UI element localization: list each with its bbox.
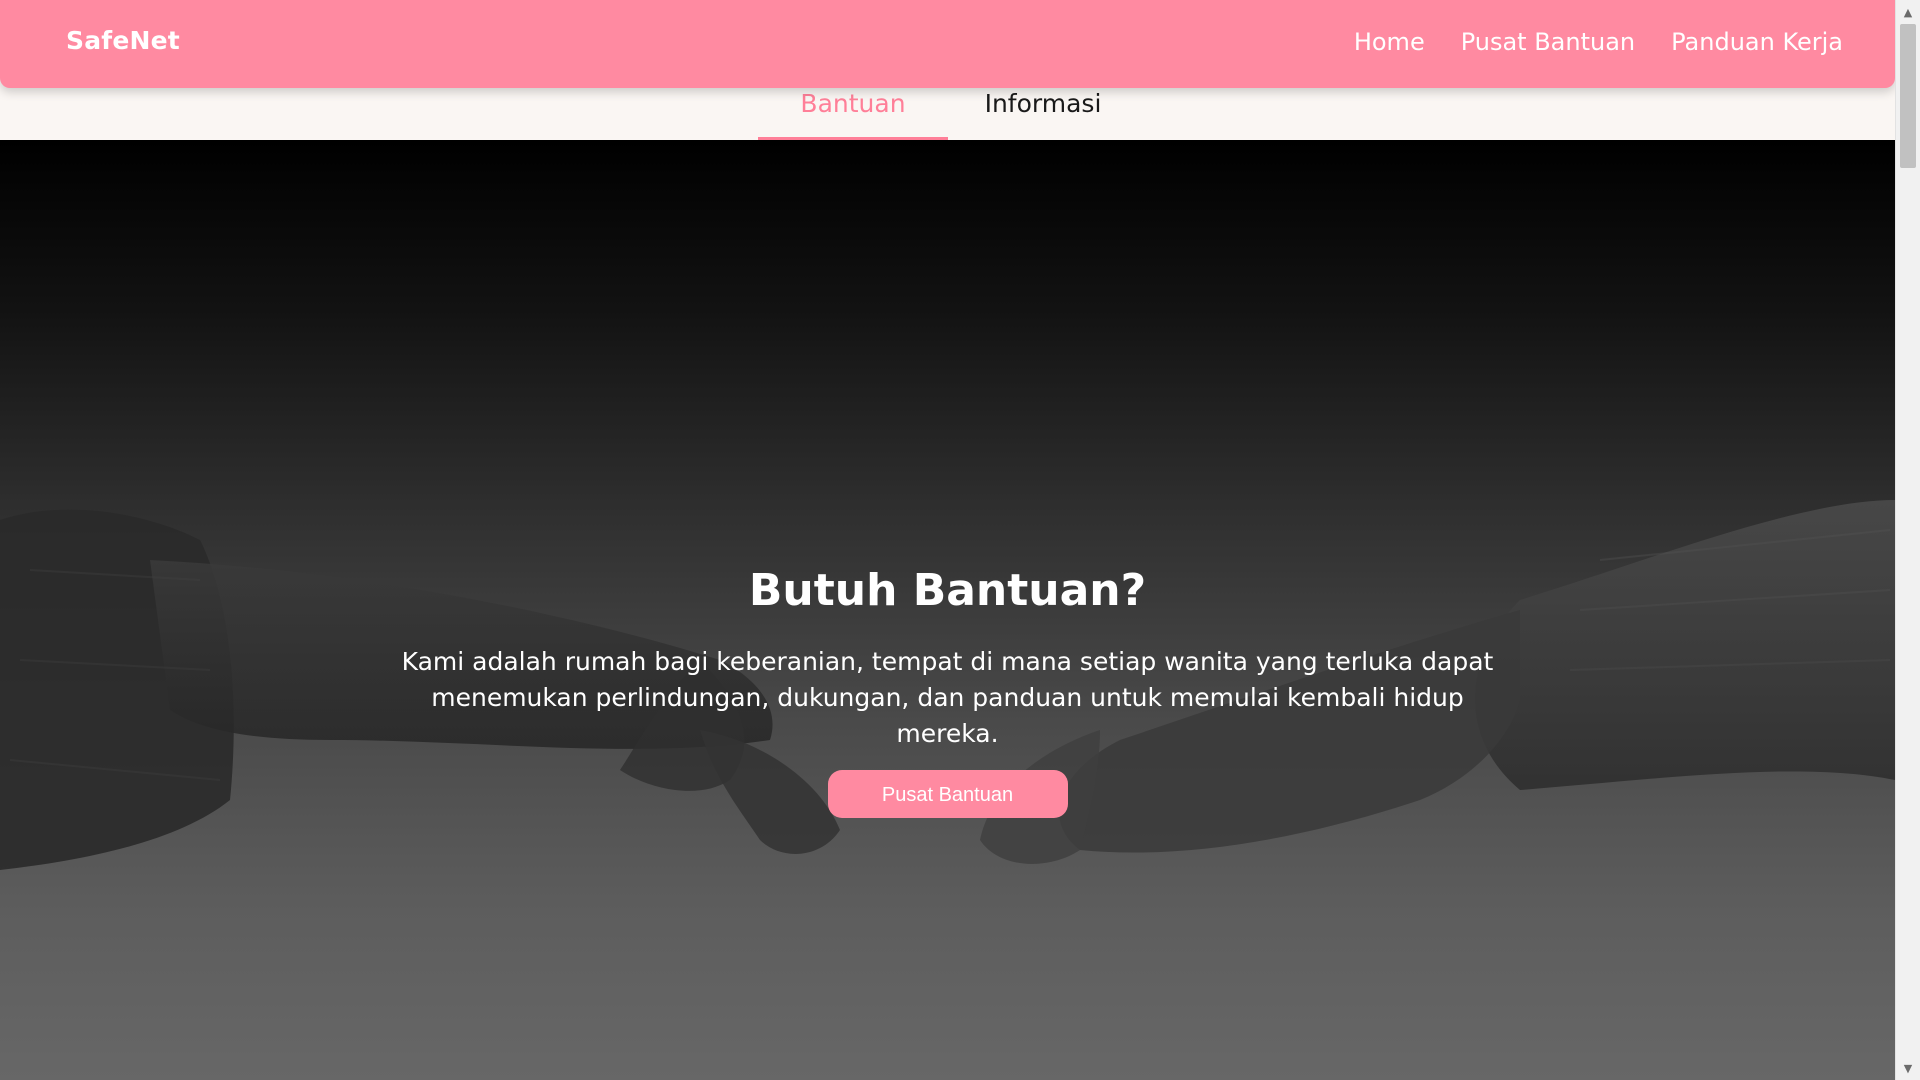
nav-link-panduan-kerja[interactable]: Panduan Kerja — [1671, 28, 1843, 56]
page-viewport: SafeNet Home Pusat Bantuan Panduan Kerja… — [0, 0, 1895, 1080]
brand-logo[interactable]: SafeNet — [66, 26, 180, 55]
top-navbar: SafeNet Home Pusat Bantuan Panduan Kerja — [0, 0, 1895, 88]
nav-link-pusat-bantuan[interactable]: Pusat Bantuan — [1461, 28, 1635, 56]
hero-section: Butuh Bantuan? Kami adalah rumah bagi ke… — [0, 140, 1895, 1080]
hero-title: Butuh Bantuan? — [748, 565, 1147, 616]
scroll-down-icon[interactable]: ▼ — [1896, 1058, 1920, 1078]
pusat-bantuan-button[interactable]: Pusat Bantuan — [827, 770, 1068, 818]
hero-content: Butuh Bantuan? Kami adalah rumah bagi ke… — [0, 565, 1895, 818]
tab-bantuan[interactable]: Bantuan — [758, 88, 948, 140]
scrollbar-thumb[interactable] — [1900, 24, 1916, 168]
nav-link-home[interactable]: Home — [1354, 28, 1425, 56]
nav-links: Home Pusat Bantuan Panduan Kerja — [1354, 28, 1843, 56]
tab-informasi[interactable]: Informasi — [948, 88, 1138, 140]
hero-description: Kami adalah rumah bagi keberanian, tempa… — [401, 647, 1494, 748]
page-scrollbar[interactable]: ▲ ▼ — [1895, 0, 1920, 1080]
section-tabs: Bantuan Informasi — [0, 80, 1895, 140]
scroll-up-icon[interactable]: ▲ — [1896, 2, 1920, 22]
